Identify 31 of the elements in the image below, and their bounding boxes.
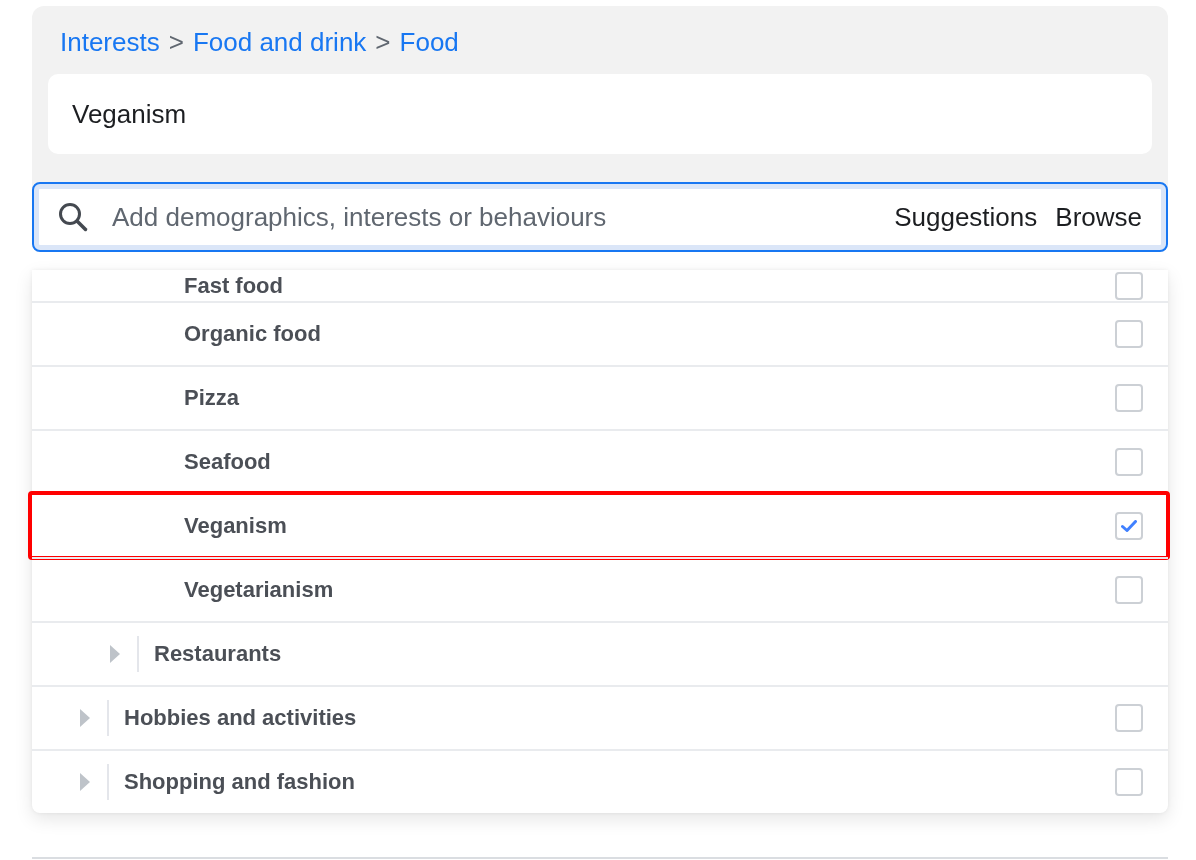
checkbox[interactable] [1115, 576, 1143, 604]
checkbox[interactable] [1115, 448, 1143, 476]
breadcrumb-link[interactable]: Food [399, 26, 459, 58]
search-option-link[interactable]: Browse [1055, 201, 1142, 233]
checkbox[interactable] [1115, 320, 1143, 348]
breadcrumb-link[interactable]: Interests [60, 26, 160, 58]
caret-icon[interactable] [110, 645, 120, 663]
search-option-link[interactable]: Suggestions [894, 201, 1038, 233]
selected-interest: Veganism [72, 98, 187, 130]
breadcrumb-separator: > [168, 26, 184, 58]
checkbox[interactable] [1115, 704, 1143, 732]
search-field[interactable]: Add demographics, interests or behaviours Suggestions Browse [32, 182, 1168, 252]
interest-label: Restaurants [154, 641, 282, 667]
checkbox[interactable] [1115, 512, 1143, 540]
interest-label: Vegetarianism [184, 577, 334, 603]
caret-icon[interactable] [80, 773, 90, 791]
checkbox[interactable] [1115, 384, 1143, 412]
breadcrumb-link[interactable]: Food and drink [192, 26, 367, 58]
interest-label: Veganism [184, 513, 287, 539]
interest-label: Fast food [184, 272, 283, 299]
interest-label: Organic food [184, 321, 321, 347]
caret-icon[interactable] [80, 709, 90, 727]
breadcrumb-separator: > [375, 26, 391, 58]
checkbox[interactable] [1115, 271, 1143, 300]
search-icon [58, 202, 88, 232]
interest-label: Seafood [184, 449, 271, 475]
interest-label: Pizza [184, 385, 240, 411]
interest-label: Hobbies and activities [124, 705, 357, 731]
interest-label: Shopping and fashion [124, 769, 355, 795]
checkbox[interactable] [1115, 768, 1143, 796]
check-icon [1121, 520, 1137, 532]
